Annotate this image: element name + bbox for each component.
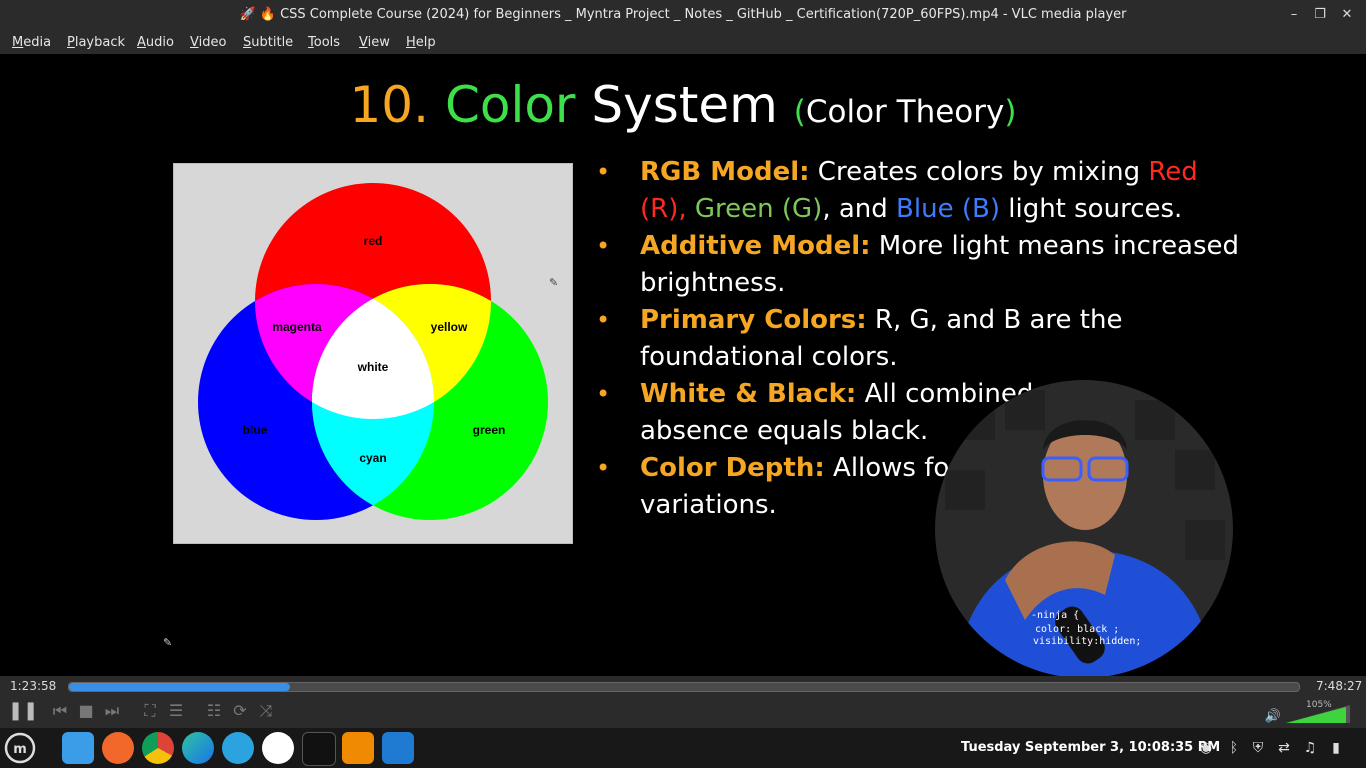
files-icon[interactable] — [62, 732, 94, 764]
menu-subtitle[interactable]: Subtitle — [243, 35, 293, 50]
menu-bar: Media Playback Audio Video Subtitle Tool… — [0, 30, 1366, 54]
fullscreen-icon[interactable]: ⛶ — [139, 700, 161, 722]
label-cyan: cyan — [359, 451, 386, 465]
seek-bar[interactable] — [68, 682, 1300, 692]
whatsapp-icon[interactable] — [262, 732, 294, 764]
bullet-text: light sources. — [999, 194, 1183, 224]
window-titlebar: 🚀 🔥 CSS Complete Course (2024) for Begin… — [0, 0, 1366, 30]
bullet-key: Primary Colors: — [640, 305, 867, 335]
video-frame[interactable]: 10. Color System (Color Theory) red mage… — [0, 54, 1366, 676]
menu-help[interactable]: Help — [406, 35, 436, 50]
svg-text:m: m — [13, 742, 27, 757]
firefox-icon[interactable] — [102, 732, 134, 764]
label-blue: blue — [243, 423, 268, 437]
bullet-text: absence equals black. — [640, 416, 929, 446]
maximize-icon[interactable]: ❐ — [1312, 7, 1328, 23]
bullet-key: Additive Model: — [640, 231, 871, 261]
shirt-text-3: visibility:hidden; — [1033, 636, 1141, 647]
network-app-icon[interactable]: ◉ — [1196, 738, 1216, 758]
bullet-key: RGB Model: — [640, 157, 810, 187]
window-title: 🚀 🔥 CSS Complete Course (2024) for Begin… — [239, 7, 1127, 22]
menu-audio[interactable]: Audio — [137, 35, 174, 50]
elapsed-time: 1:23:58 — [10, 679, 57, 693]
slide-subtitle: Color Theory — [805, 94, 1005, 130]
bullet-key: Color Depth: — [640, 453, 825, 483]
slide-title-system: System — [591, 76, 778, 134]
label-magenta: magenta — [272, 320, 322, 334]
venn-svg: red magenta yellow white blue green cyan… — [198, 183, 558, 520]
bullet-primary-colors: Primary Colors: R, G, and B are the foun… — [596, 302, 1246, 376]
extended-settings-icon[interactable]: ☰ — [165, 700, 187, 722]
menu-playback[interactable]: Playback — [67, 35, 125, 50]
bullet-key: White & Black: — [640, 379, 857, 409]
speaker-icon[interactable]: 🔊 — [1262, 706, 1284, 728]
menu-view[interactable]: View — [359, 35, 390, 50]
bullet-green-term: Green (G) — [694, 194, 823, 224]
previous-icon[interactable]: ⏮ — [49, 700, 71, 722]
clock[interactable]: Tuesday September 3, 10:08:35 PM — [961, 740, 1220, 755]
player-controls: 1:23:58 7:48:27 ❚❚ ⏮ ■ ⏭ ⛶ ☰ ☷ ⟳ ⤨ 🔊 105… — [0, 676, 1366, 728]
bullet-rgb-model: RGB Model: Creates colors by mixing Red … — [596, 154, 1246, 228]
edge-icon[interactable] — [182, 732, 214, 764]
menu-tools[interactable]: Tools — [308, 35, 340, 50]
menu-video[interactable]: Video — [190, 35, 226, 50]
rgb-venn-diagram: red magenta yellow white blue green cyan… — [173, 163, 573, 544]
pen-cursor-icon: ✎ — [549, 276, 558, 289]
subtitle-close: ) — [1004, 94, 1017, 130]
bullet-text: , and — [822, 194, 897, 224]
total-time: 7:48:27 — [1316, 679, 1363, 693]
minimize-icon[interactable]: – — [1286, 7, 1302, 23]
bullet-additive-model: Additive Model: More light means increas… — [596, 228, 1246, 302]
sound-icon[interactable]: ♫ — [1300, 738, 1320, 758]
terminal-icon[interactable] — [302, 732, 336, 766]
battery-icon[interactable]: ▮ — [1326, 738, 1346, 758]
presenter-image: -ninja { color: black ; visibility:hidde… — [935, 380, 1233, 676]
bullet-text: variations. — [640, 490, 777, 520]
mint-menu-icon[interactable]: m — [4, 732, 36, 764]
pause-button[interactable]: ❚❚ — [8, 700, 38, 722]
shuffle-icon[interactable]: ⤨ — [255, 700, 277, 722]
label-green: green — [473, 423, 506, 437]
bluetooth-icon[interactable]: ᛒ — [1224, 738, 1244, 758]
shirt-text-2: color: black ; — [1035, 624, 1119, 635]
bullet-text: Creates colors by mixing — [809, 157, 1149, 187]
shield-icon[interactable]: ⛨ — [1248, 738, 1268, 758]
shirt-text-1: -ninja { — [1031, 610, 1079, 621]
playlist-icon[interactable]: ☷ — [203, 700, 225, 722]
volume-level: 105% — [1306, 700, 1332, 710]
pen-cursor-icon: ✎ — [163, 636, 173, 649]
label-red: red — [364, 234, 383, 248]
vscode-icon[interactable] — [382, 732, 414, 764]
label-white: white — [357, 360, 389, 374]
menu-media[interactable]: Media — [12, 35, 51, 50]
label-yellow: yellow — [431, 320, 468, 334]
bullet-blue-term: Blue (B) — [896, 194, 1000, 224]
telegram-icon[interactable] — [222, 732, 254, 764]
loop-icon[interactable]: ⟳ — [229, 700, 251, 722]
volume-slider[interactable]: 105% — [1286, 700, 1358, 725]
network-icon[interactable]: ⇄ — [1274, 738, 1294, 758]
stop-icon[interactable]: ■ — [75, 700, 97, 722]
slide-title-color: Color — [444, 76, 576, 134]
taskbar: m Tuesday September 3, 10:08:35 PM ◉ ᛒ ⛨… — [0, 728, 1366, 768]
vlc-icon[interactable] — [342, 732, 374, 764]
chrome-icon[interactable] — [142, 732, 174, 764]
seek-progress — [69, 683, 291, 691]
presenter-webcam: -ninja { color: black ; visibility:hidde… — [935, 380, 1233, 676]
close-icon[interactable]: ✕ — [1339, 7, 1355, 23]
slide-number: 10. — [349, 76, 430, 134]
slide-title: 10. Color System (Color Theory) — [0, 76, 1366, 134]
next-icon[interactable]: ⏭ — [101, 700, 123, 722]
subtitle-open: ( — [793, 94, 806, 130]
